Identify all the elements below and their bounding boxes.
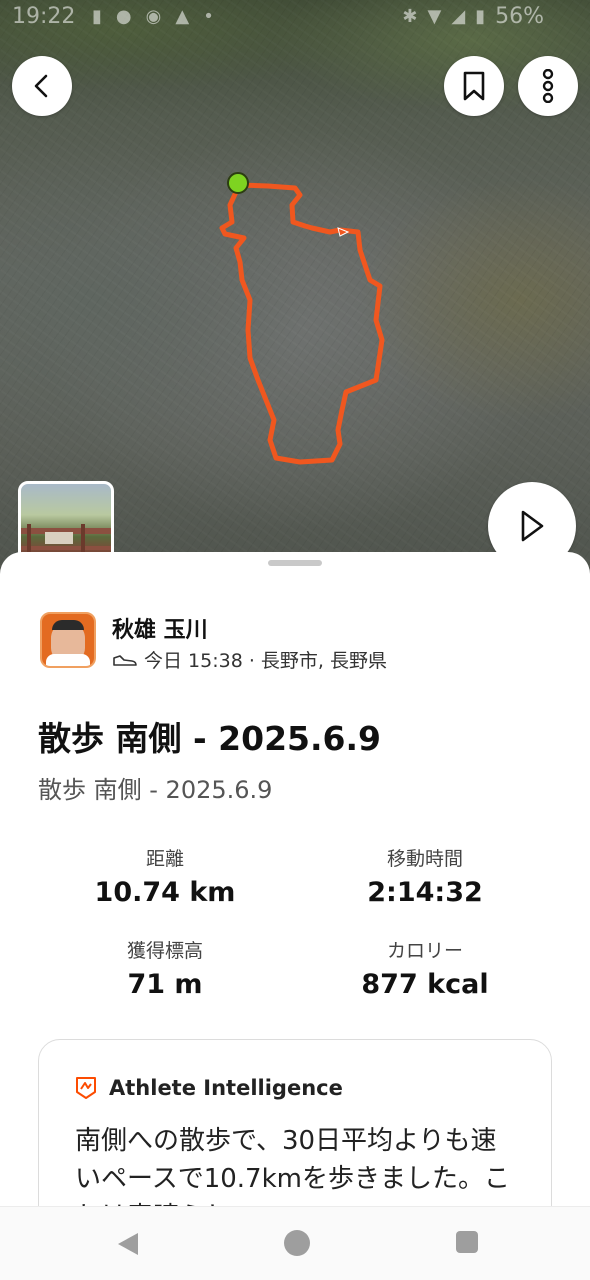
status-time: 19:22 — [12, 4, 76, 29]
bookmark-icon — [463, 71, 485, 101]
stat-value: 2:14:32 — [367, 877, 483, 908]
battery-icon: ▮ — [475, 6, 486, 27]
bookmark-button[interactable] — [444, 56, 504, 116]
messenger-icon: ◉ — [145, 6, 162, 27]
stat-label: 距離 — [145, 848, 184, 870]
shoe-icon — [113, 654, 137, 666]
warning-icon: ▲ — [175, 6, 190, 27]
activity-description: 散歩 南側 - 2025.6.9 — [38, 776, 273, 804]
athlete-header[interactable]: 秋雄 玉川 今日 15:38 · 長野市, 長野県 — [40, 612, 580, 672]
system-navigation-bar — [0, 1206, 590, 1280]
nav-back-icon[interactable] — [116, 1231, 140, 1257]
signal-icon: ◢ — [451, 6, 466, 27]
activity-meta: 今日 15:38 · 長野市, 長野県 — [112, 646, 387, 673]
battery-percent: 56% — [495, 4, 544, 29]
route-line — [219, 182, 385, 465]
person-icon: ● — [115, 6, 132, 27]
activity-sheet: 秋雄 玉川 今日 15:38 · 長野市, 長野県 散歩 南側 - 2025.6… — [0, 552, 590, 1212]
bridge-sign — [45, 532, 73, 544]
bluetooth-icon: ✱ — [402, 6, 418, 27]
play-icon — [521, 510, 544, 542]
athlete-intelligence-icon — [76, 1077, 96, 1099]
dot-icon: • — [203, 6, 214, 27]
stat-calories: カロリー 877 kcal — [295, 936, 555, 1000]
athlete-intelligence-card[interactable]: Athlete Intelligence 南側への散歩で、30日平均よりも速いペ… — [38, 1039, 552, 1212]
athlete-intelligence-summary: 南側への散歩で、30日平均よりも速いペースで10.7kmを歩きました。これは素晴… — [75, 1126, 510, 1212]
athlete-intelligence-title: Athlete Intelligence — [109, 1076, 343, 1100]
more-vertical-icon — [542, 69, 554, 103]
wifi-icon: ▼ — [427, 6, 442, 27]
stat-distance: 距離 10.74 km — [35, 844, 295, 908]
stat-elevation-gain: 獲得標高 71 m — [35, 936, 295, 1000]
stat-value: 71 m — [127, 969, 203, 1000]
athlete-intelligence-header: Athlete Intelligence — [75, 1076, 343, 1100]
stat-value: 877 kcal — [361, 969, 489, 1000]
activity-time-location: 今日 15:38 · 長野市, 長野県 — [144, 650, 387, 672]
status-bar: 19:22 ▮ ● ◉ ▲ • ✱ ▼ ◢ ▮ 56% — [0, 0, 590, 36]
nav-recents-icon[interactable] — [456, 1231, 478, 1253]
stat-label: 移動時間 — [386, 848, 463, 870]
back-button[interactable] — [12, 56, 72, 116]
status-right: ✱ ▼ ◢ ▮ 56% — [402, 4, 544, 29]
nav-home-icon[interactable] — [284, 1230, 310, 1256]
stat-value: 10.74 km — [94, 877, 236, 908]
chevron-left-icon — [34, 74, 48, 98]
stat-label: 獲得標高 — [126, 940, 203, 962]
activity-title: 散歩 南側 - 2025.6.9 — [38, 719, 382, 758]
more-options-button[interactable] — [518, 56, 578, 116]
sheet-drag-handle[interactable] — [268, 560, 322, 566]
avatar[interactable] — [40, 612, 96, 668]
athlete-name[interactable]: 秋雄 玉川 — [112, 612, 208, 644]
notification-icons: ▮ ● ◉ ▲ • — [92, 6, 214, 27]
stat-moving-time: 移動時間 2:14:32 — [295, 844, 555, 908]
stat-label: カロリー — [386, 940, 463, 962]
notification-icon: ▮ — [92, 6, 102, 27]
start-marker — [227, 172, 249, 194]
